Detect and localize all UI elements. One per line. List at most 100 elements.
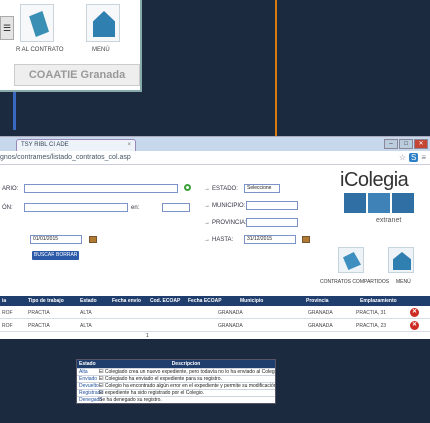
- provincia-input[interactable]: [246, 218, 298, 227]
- tab-title: TSY RIBL CI ADE: [21, 142, 69, 148]
- column-header[interactable]: Tipo de trabajo: [28, 298, 64, 304]
- hamburger-icon[interactable]: ☰: [0, 16, 14, 40]
- column-header[interactable]: Fecha ECOAP: [188, 298, 222, 304]
- column-header[interactable]: Provincia: [306, 298, 329, 304]
- inset-panel: ☰ R AL CONTRATO MENÚ COAATIE Granada: [0, 0, 142, 92]
- municipio-input[interactable]: [246, 201, 298, 210]
- cell: GRANADA: [308, 310, 333, 316]
- cell: PRACTIA, 31: [356, 310, 387, 316]
- legend-estado: Denegado: [79, 397, 103, 403]
- browser-tab[interactable]: TSY RIBL CI ADE ×: [16, 139, 136, 151]
- delete-icon[interactable]: ✕: [410, 308, 419, 317]
- cell: GRANADA: [218, 310, 243, 316]
- desde-date-input[interactable]: 01/01/2015: [30, 235, 82, 244]
- legend-estado: Enviado: [79, 376, 98, 382]
- column-header[interactable]: Fecha envío: [112, 298, 141, 304]
- table-header: ia Tipo de trabajo Estado Fecha envío Co…: [0, 296, 430, 306]
- page-content: ARIO: ÓN: en: 01/01/2015 BUSCAR BORRAR →…: [0, 165, 430, 339]
- legend-desc: El expediente ha sido registrado por el …: [99, 390, 205, 396]
- legend-desc: El Colegiado ha enviado el expediente pa…: [99, 376, 222, 382]
- table-row[interactable]: ROF PRACTIA ALTA GRANADA GRANADA PRACTIA…: [0, 320, 430, 332]
- municipio-label: MUNICIPIO:: [212, 203, 246, 209]
- icolegia-logo: iColegia: [340, 169, 409, 191]
- extranet-label: extranet: [376, 217, 402, 224]
- usuario-input[interactable]: [24, 184, 178, 193]
- column-header[interactable]: Emplazamiento: [360, 298, 397, 304]
- address-bar[interactable]: gnos/contrames/listado_contratos_col.asp…: [0, 151, 430, 165]
- cell: PRACTIA: [28, 323, 50, 329]
- cell: ROF: [2, 323, 13, 329]
- search-icon[interactable]: [184, 184, 191, 191]
- delete-icon[interactable]: ✕: [410, 321, 419, 330]
- table-row[interactable]: ROF PRACTIA ALTA GRANADA GRANADA PRACTIA…: [0, 307, 430, 319]
- calendar-icon[interactable]: [302, 236, 310, 243]
- estado-arrow: →: [204, 186, 210, 192]
- browser-menu-icon[interactable]: ≡: [421, 153, 426, 162]
- cell: GRANADA: [218, 323, 243, 329]
- usuario-label: ARIO:: [2, 186, 19, 192]
- en-label: en:: [131, 205, 140, 211]
- extension-icon[interactable]: S: [408, 153, 419, 162]
- annotation-arrow-line: [275, 0, 277, 152]
- contract-tile-label[interactable]: R AL CONTRATO: [16, 47, 64, 53]
- cell: GRANADA: [308, 323, 333, 329]
- contratos-compartidos-icon[interactable]: [338, 247, 364, 273]
- bookmark-star-icon[interactable]: ☆: [399, 153, 406, 162]
- logo-tile: [344, 193, 366, 213]
- cell: ROF: [2, 310, 13, 316]
- situacion-label: ÓN:: [2, 205, 13, 211]
- estado-legend: Estado Descripcion Alta El Colegiado cre…: [76, 359, 276, 404]
- cell: PRACTIA: [28, 310, 50, 316]
- municipio-arrow: →: [204, 203, 210, 209]
- url-text[interactable]: gnos/contrames/listado_contratos_col.asp: [0, 153, 131, 163]
- cell: ALTA: [80, 310, 92, 316]
- situacion-input[interactable]: [24, 203, 128, 212]
- legend-desc: El Colegio ha encontrado algún error en …: [99, 383, 275, 389]
- minimize-button[interactable]: –: [384, 139, 398, 149]
- brand-banner: COAATIE Granada: [14, 64, 140, 86]
- column-header[interactable]: Estado: [80, 298, 97, 304]
- estado-label: ESTADO:: [212, 186, 238, 192]
- legend-col-descripcion: Descripcion: [171, 361, 201, 367]
- legend-header: Estado Descripcion: [77, 360, 275, 368]
- menu-tile-label[interactable]: MENÚ: [92, 47, 110, 53]
- estado-select[interactable]: Seleccione: [244, 184, 280, 193]
- legend-desc: Se ha denegado su registro.: [99, 397, 162, 403]
- column-header[interactable]: Cod. ECOAP: [150, 298, 180, 304]
- tab-bar: TSY RIBL CI ADE × – □ ✕: [0, 137, 430, 151]
- hasta-arrow: →: [204, 237, 210, 243]
- cell: PRACTIA, 23: [356, 323, 387, 329]
- en-input[interactable]: [162, 203, 190, 212]
- browser-window: TSY RIBL CI ADE × – □ ✕ gnos/contrames/l…: [0, 136, 430, 339]
- cell: ALTA: [80, 323, 92, 329]
- address-bar-icons: ☆ S ≡: [399, 153, 426, 162]
- column-header[interactable]: ia: [2, 298, 6, 304]
- menu-label[interactable]: MENÚ: [396, 279, 411, 285]
- maximize-button[interactable]: □: [399, 139, 413, 149]
- tab-close-icon[interactable]: ×: [127, 140, 131, 151]
- logo-tiles: [344, 193, 414, 213]
- provincia-label: PROVINCIA:: [212, 220, 247, 226]
- legend-desc: El Colegiado crea un nuevo expediente, p…: [99, 369, 275, 375]
- legend-estado: Devuelto: [79, 383, 99, 389]
- menu-icon[interactable]: [388, 247, 414, 273]
- menu-tile-icon[interactable]: [86, 4, 120, 42]
- legend-row: Denegado Se ha denegado su registro.: [77, 396, 275, 403]
- legend-row: Registrado El expediente ha sido registr…: [77, 389, 275, 396]
- estado-select-value: Seleccione: [247, 185, 272, 191]
- borrar-button[interactable]: BORRAR: [54, 251, 80, 260]
- hasta-date-input[interactable]: 31/12/2015: [244, 235, 296, 244]
- column-header[interactable]: Municipio: [240, 298, 263, 304]
- legend-estado: Alta: [79, 369, 88, 375]
- logo-tile: [392, 193, 414, 213]
- contract-tile-icon[interactable]: [20, 4, 54, 42]
- window-controls: – □ ✕: [384, 139, 428, 149]
- legend-row: Alta El Colegiado crea un nuevo expedien…: [77, 368, 275, 375]
- calendar-icon[interactable]: [89, 236, 97, 243]
- contratos-compartidos-label[interactable]: CONTRATOS COMPARTIDOS: [320, 279, 389, 285]
- provincia-arrow: →: [204, 220, 210, 226]
- close-window-button[interactable]: ✕: [414, 139, 428, 149]
- pagination-page[interactable]: 1: [146, 333, 149, 339]
- legend-estado: Registrado: [79, 390, 104, 396]
- scroll-strip: [13, 92, 16, 130]
